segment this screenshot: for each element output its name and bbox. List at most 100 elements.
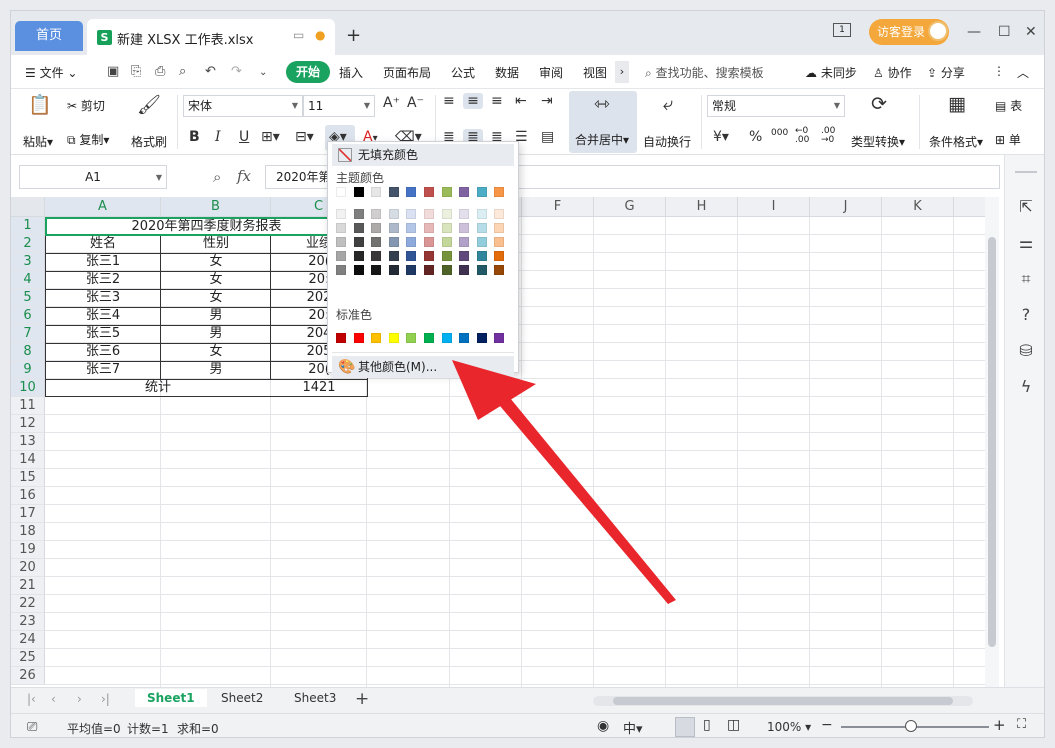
theme-shade-swatch[interactable] — [353, 251, 364, 261]
wrap-text-icon[interactable]: ⤶ — [655, 93, 681, 115]
cursor-icon[interactable]: ⇱ — [1016, 197, 1036, 216]
tab-start[interactable]: 开始 — [286, 61, 330, 83]
next-sheet-icon[interactable]: › — [77, 692, 82, 706]
maximize-icon[interactable]: ☐ — [998, 24, 1011, 40]
theme-shade-swatch[interactable] — [353, 265, 364, 275]
theme-shade-swatch[interactable] — [336, 265, 346, 275]
column-header-f[interactable]: F — [522, 197, 594, 217]
column-header-g[interactable]: G — [594, 197, 666, 217]
prev-sheet-icon[interactable]: ‹ — [51, 692, 56, 706]
column-header-b[interactable]: B — [161, 197, 271, 217]
tab-insert[interactable]: 插入 — [339, 64, 363, 81]
theme-shade-swatch[interactable] — [459, 223, 470, 233]
more-options-icon[interactable]: ⋮ — [993, 64, 1005, 78]
tab-review[interactable]: 审阅 — [539, 64, 563, 81]
row-header-24[interactable]: 24 — [11, 631, 45, 649]
total-label[interactable]: 统计 — [45, 379, 271, 397]
new-tab-button[interactable]: + — [346, 25, 361, 46]
font-shrink-icon[interactable]: A⁻ — [407, 95, 424, 111]
standard-color-swatch[interactable] — [406, 333, 417, 343]
cell-name[interactable]: 张三5 — [45, 325, 161, 343]
theme-shade-swatch[interactable] — [406, 251, 417, 261]
theme-color-swatch[interactable] — [371, 187, 382, 197]
theme-shade-swatch[interactable] — [406, 265, 417, 275]
collab-button[interactable]: ♙ 协作 — [873, 64, 912, 81]
undo-icon[interactable]: ↶ — [205, 64, 216, 79]
language-icon[interactable]: 中▾ — [623, 718, 643, 737]
cell-name[interactable]: 张三6 — [45, 343, 161, 361]
theme-shade-swatch[interactable] — [371, 237, 382, 247]
first-sheet-icon[interactable]: |‹ — [27, 692, 36, 706]
theme-color-swatch[interactable] — [406, 187, 417, 197]
theme-shade-swatch[interactable] — [353, 209, 364, 219]
header-name[interactable]: 姓名 — [45, 235, 161, 253]
crop-icon[interactable]: ⌗ — [1016, 269, 1036, 289]
row-header-18[interactable]: 18 — [11, 523, 45, 541]
indent-decrease-icon[interactable]: ⇤ — [515, 93, 527, 109]
align-middle-icon[interactable]: ≡ — [463, 93, 483, 109]
standard-color-swatch[interactable] — [494, 333, 505, 343]
tab-data[interactable]: 数据 — [495, 64, 519, 81]
theme-color-swatch[interactable] — [424, 187, 434, 197]
row-header-19[interactable]: 19 — [11, 541, 45, 559]
theme-shade-swatch[interactable] — [353, 223, 364, 233]
cell-name[interactable]: 张三7 — [45, 361, 161, 379]
font-grow-icon[interactable]: A⁺ — [383, 95, 400, 111]
h-scroll-thumb[interactable] — [613, 697, 953, 705]
sync-status[interactable]: ☁ 未同步 — [805, 64, 857, 81]
fx-button[interactable]: fx — [237, 167, 251, 185]
theme-shade-swatch[interactable] — [371, 223, 382, 233]
theme-color-swatch[interactable] — [459, 187, 470, 197]
zoom-slider-thumb[interactable] — [905, 720, 917, 732]
cell-name[interactable]: 张三4 — [45, 307, 161, 325]
theme-shade-swatch[interactable] — [424, 209, 434, 219]
theme-color-swatch[interactable] — [494, 187, 505, 197]
row-header-13[interactable]: 13 — [11, 433, 45, 451]
theme-shade-swatch[interactable] — [494, 237, 505, 247]
theme-shade-swatch[interactable] — [336, 237, 346, 247]
theme-shade-swatch[interactable] — [494, 209, 505, 219]
row-header-23[interactable]: 23 — [11, 613, 45, 631]
row-header-5[interactable]: 5 — [11, 289, 45, 307]
standard-color-swatch[interactable] — [336, 333, 346, 343]
percent-icon[interactable]: % — [749, 129, 762, 145]
copy-button[interactable]: ⧉ 复制▾ — [67, 131, 109, 148]
theme-shade-swatch[interactable] — [371, 209, 382, 219]
currency-icon[interactable]: ¥▾ — [713, 129, 729, 145]
zoom-level[interactable]: 100% ▾ — [767, 720, 811, 734]
number-format-select[interactable]: 常规 ▼ — [707, 95, 845, 117]
select-all-corner[interactable] — [11, 197, 45, 217]
no-fill-option[interactable]: 无填充颜色 — [332, 144, 514, 166]
theme-shade-swatch[interactable] — [388, 223, 399, 233]
cell-gender[interactable]: 女 — [161, 271, 271, 289]
wrap-text-button[interactable]: 自动换行 — [643, 133, 691, 150]
cell-gender[interactable]: 男 — [161, 325, 271, 343]
row-header-26[interactable]: 26 — [11, 667, 45, 685]
row-header-11[interactable]: 11 — [11, 397, 45, 415]
standard-color-swatch[interactable] — [353, 333, 364, 343]
customize-icon[interactable]: ⌄ — [259, 67, 267, 78]
align-bottom-icon[interactable]: ≡ — [491, 93, 503, 109]
header-gender[interactable]: 性别 — [161, 235, 271, 253]
underline-icon[interactable]: U — [239, 129, 249, 145]
eye-protect-icon[interactable]: ◉ — [597, 718, 609, 734]
export-icon[interactable]: ⎘ — [131, 64, 141, 79]
align-top-icon[interactable]: ≡ — [443, 93, 455, 109]
cell-gender[interactable]: 男 — [161, 307, 271, 325]
total-value[interactable]: 1421 — [271, 379, 367, 397]
add-sheet-icon[interactable]: + — [355, 689, 369, 709]
font-name-select[interactable]: 宋体 ▼ — [183, 95, 303, 117]
theme-shade-swatch[interactable] — [406, 223, 417, 233]
row-header-22[interactable]: 22 — [11, 595, 45, 613]
table-style-button[interactable]: ▤ 表 — [995, 97, 1022, 114]
window-mode-icon[interactable]: 1 — [833, 23, 851, 37]
standard-color-swatch[interactable] — [476, 333, 487, 343]
cell-gender[interactable]: 女 — [161, 253, 271, 271]
standard-color-swatch[interactable] — [388, 333, 399, 343]
cell-gender[interactable]: 男 — [161, 361, 271, 379]
more-colors-option[interactable]: 🎨 其他颜色(M)... — [332, 356, 514, 378]
help-icon[interactable]: ? — [1016, 305, 1036, 324]
theme-shade-swatch[interactable] — [494, 265, 505, 275]
zoom-in-icon[interactable]: + — [993, 716, 1006, 734]
row-header-1[interactable]: 1 — [11, 217, 45, 235]
